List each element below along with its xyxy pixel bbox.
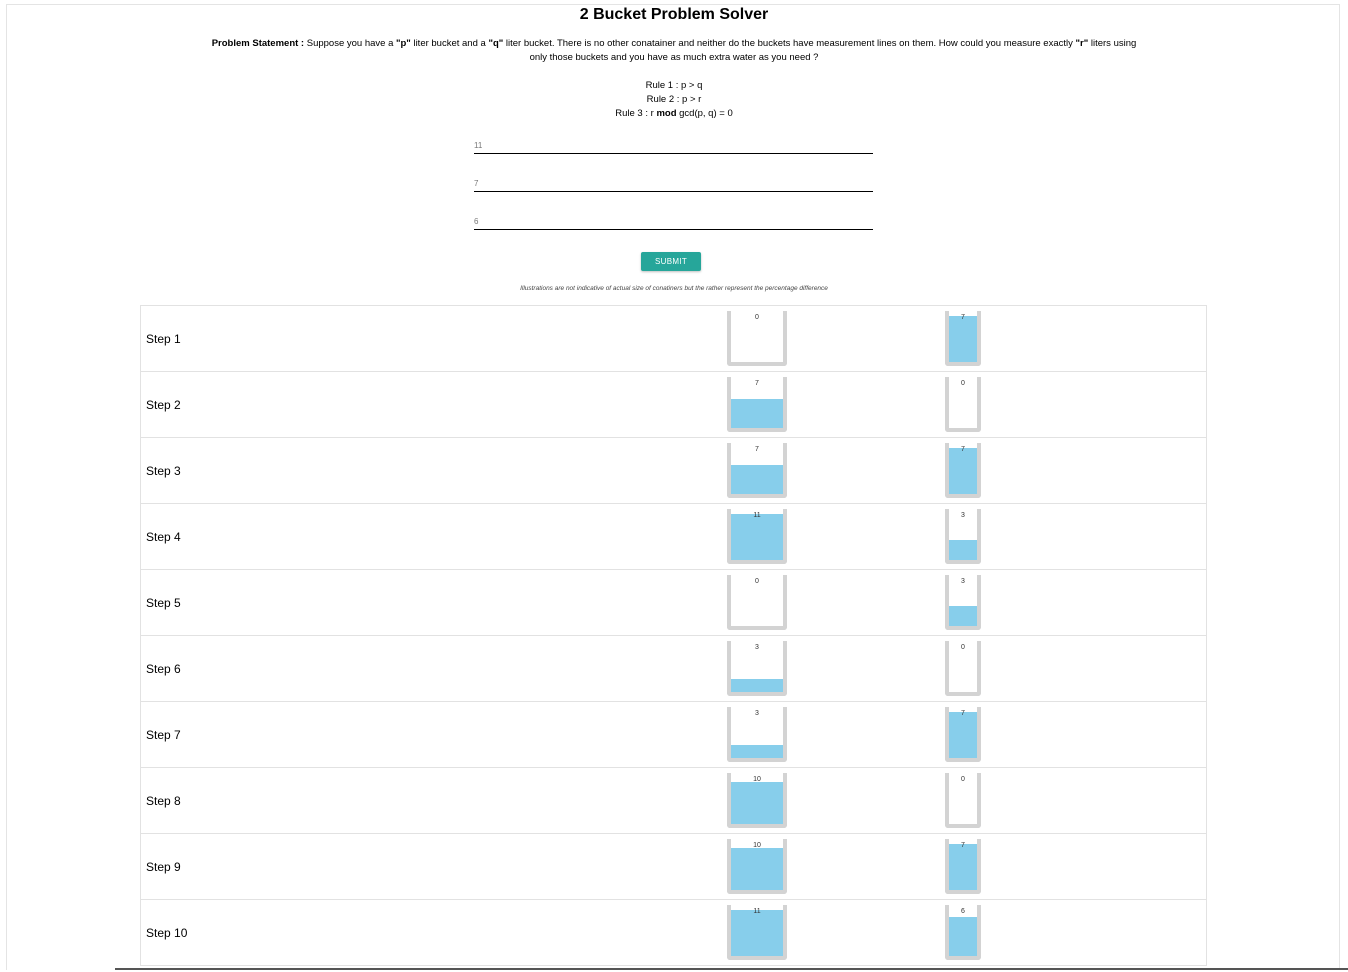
bucket-q-amount: 0 bbox=[961, 380, 965, 387]
bucket-p-amount: 11 bbox=[753, 512, 761, 519]
bucket-p-amount: 11 bbox=[753, 908, 761, 915]
step-label: Step 9 bbox=[146, 860, 181, 874]
rule-2: Rule 2 : p > r bbox=[646, 94, 702, 105]
bucket-q-water-level bbox=[949, 606, 977, 626]
step-label: Step 2 bbox=[146, 398, 181, 412]
bucket-q-amount: 3 bbox=[961, 578, 965, 585]
bucket-p-amount: 3 bbox=[755, 644, 759, 651]
step-row: Step 9 10 7 bbox=[141, 834, 1206, 900]
bucket-p-water-level bbox=[731, 848, 783, 890]
bucket-p-water-level bbox=[731, 679, 783, 692]
bucket-q: 6 bbox=[945, 905, 981, 960]
bucket-q-amount: 0 bbox=[961, 776, 965, 783]
q-input[interactable] bbox=[474, 176, 873, 192]
bucket-p: 11 bbox=[727, 509, 787, 564]
bucket-q: 7 bbox=[945, 443, 981, 498]
step-label: Step 8 bbox=[146, 794, 181, 808]
step-row: Step 4 11 3 bbox=[141, 504, 1206, 570]
bucket-p: 7 bbox=[727, 377, 787, 432]
problem-text-3: liter bucket. There is no other conatain… bbox=[503, 38, 1076, 49]
bucket-q: 7 bbox=[945, 707, 981, 762]
bucket-p-amount: 7 bbox=[755, 446, 759, 453]
bucket-q: 3 bbox=[945, 575, 981, 630]
problem-p: "p" bbox=[396, 38, 411, 49]
bucket-q-water-level bbox=[949, 844, 977, 890]
bucket-p-amount: 10 bbox=[753, 776, 761, 783]
step-row: Step 2 7 0 bbox=[141, 372, 1206, 438]
step-label: Step 5 bbox=[146, 596, 181, 610]
bucket-q-water-level bbox=[949, 448, 977, 494]
rule-1: Rule 1 : p > q bbox=[645, 80, 703, 91]
step-row: Step 5 0 3 bbox=[141, 570, 1206, 636]
bucket-p-amount: 0 bbox=[755, 314, 759, 321]
bucket-q-amount: 7 bbox=[961, 710, 965, 717]
bucket-p: 3 bbox=[727, 707, 787, 762]
r-input[interactable] bbox=[474, 214, 873, 230]
rule-3-mod: mod bbox=[656, 108, 677, 119]
step-row: Step 10 11 6 bbox=[141, 900, 1206, 966]
step-label: Step 6 bbox=[146, 662, 181, 676]
step-row: Step 7 3 7 bbox=[141, 702, 1206, 768]
bucket-q: 0 bbox=[945, 641, 981, 696]
bucket-q-water-level bbox=[949, 316, 977, 362]
step-label: Step 7 bbox=[146, 728, 181, 742]
bucket-p-water-level bbox=[731, 464, 783, 494]
rule-3-suffix: gcd(p, q) = 0 bbox=[676, 108, 733, 119]
problem-text-2: liter bucket and a bbox=[410, 38, 489, 49]
problem-r: "r" bbox=[1075, 38, 1089, 49]
bucket-q-water-level bbox=[949, 916, 977, 956]
problem-label: Problem Statement : bbox=[211, 38, 305, 49]
step-row: Step 1 0 7 bbox=[141, 306, 1206, 372]
bucket-q-amount: 6 bbox=[961, 908, 965, 915]
problem-statement: Problem Statement : Suppose you have a "… bbox=[205, 37, 1143, 65]
bucket-p-water-level bbox=[731, 398, 783, 428]
page-title: 2 Bucket Problem Solver bbox=[579, 6, 769, 23]
bucket-p: 11 bbox=[727, 905, 787, 960]
bucket-q-amount: 7 bbox=[961, 446, 965, 453]
bucket-p: 7 bbox=[727, 443, 787, 498]
illustration-note: Illustrations are not indicative of actu… bbox=[520, 285, 828, 292]
step-row: Step 8 10 0 bbox=[141, 768, 1206, 834]
step-label: Step 4 bbox=[146, 530, 181, 544]
step-row: Step 3 7 7 bbox=[141, 438, 1206, 504]
rule-3: Rule 3 : r mod gcd(p, q) = 0 bbox=[0, 107, 1348, 121]
step-label: Step 1 bbox=[146, 332, 181, 346]
step-row: Step 6 3 0 bbox=[141, 636, 1206, 702]
bucket-p-water-level bbox=[731, 910, 783, 956]
bucket-q: 7 bbox=[945, 311, 981, 366]
bucket-p-amount: 3 bbox=[755, 710, 759, 717]
bucket-p-water-level bbox=[731, 782, 783, 824]
problem-text-1: Suppose you have a bbox=[304, 38, 396, 49]
bucket-q: 0 bbox=[945, 773, 981, 828]
problem-q: "q" bbox=[488, 38, 504, 49]
horizontal-scrollbar[interactable] bbox=[115, 968, 1348, 970]
bucket-p-amount: 7 bbox=[755, 380, 759, 387]
bucket-q-water-level bbox=[949, 540, 977, 560]
bucket-p: 0 bbox=[727, 311, 787, 366]
bucket-p: 10 bbox=[727, 839, 787, 894]
bucket-q-water-level bbox=[949, 712, 977, 758]
bucket-q-amount: 3 bbox=[961, 512, 965, 519]
bucket-p-water-level bbox=[731, 514, 783, 560]
bucket-p: 3 bbox=[727, 641, 787, 696]
rules-list: Rule 1 : p > q Rule 2 : p > r Rule 3 : r… bbox=[0, 79, 1348, 121]
submit-button[interactable]: SUBMIT bbox=[641, 252, 701, 271]
p-input[interactable] bbox=[474, 138, 873, 154]
step-label: Step 10 bbox=[146, 926, 188, 940]
bucket-p-amount: 10 bbox=[753, 842, 761, 849]
bucket-p-amount: 0 bbox=[755, 578, 759, 585]
bucket-q-amount: 7 bbox=[961, 314, 965, 321]
bucket-q: 3 bbox=[945, 509, 981, 564]
bucket-q: 7 bbox=[945, 839, 981, 894]
bucket-p: 10 bbox=[727, 773, 787, 828]
rule-3-prefix: Rule 3 : r bbox=[615, 108, 657, 119]
bucket-p: 0 bbox=[727, 575, 787, 630]
bucket-q-amount: 7 bbox=[961, 842, 965, 849]
bucket-q-amount: 0 bbox=[961, 644, 965, 651]
bucket-p-water-level bbox=[731, 745, 783, 758]
step-label: Step 3 bbox=[146, 464, 181, 478]
steps-table: Step 1 0 7 Step 2 7 0 Step 3 7 7 Step 4 11 3 Step 50… bbox=[140, 305, 1207, 966]
bucket-q: 0 bbox=[945, 377, 981, 432]
